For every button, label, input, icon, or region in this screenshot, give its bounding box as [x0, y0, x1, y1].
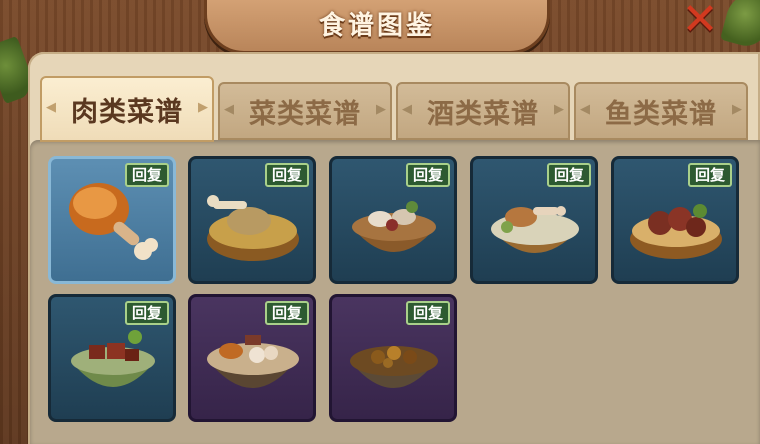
recipe-card[interactable]: 回复 — [48, 294, 176, 422]
tab-label: 酒类菜谱 — [427, 98, 539, 130]
recipe-card[interactable]: 回复 — [329, 294, 457, 422]
recipe-card[interactable]: 回复 — [48, 156, 176, 284]
heal-badge: 回复 — [264, 301, 309, 325]
tab-ornament-icon: ◀ — [402, 102, 412, 117]
tab-meat-recipes[interactable]: ◀ 肉类菜谱 ▶ — [40, 76, 214, 142]
recipe-card[interactable]: 回复 — [611, 156, 739, 284]
recipe-card[interactable]: 回复 — [188, 294, 316, 422]
heal-badge: 回复 — [546, 163, 591, 187]
tab-ornament-icon: ◀ — [580, 102, 590, 117]
heal-badge: 回复 — [264, 163, 309, 187]
close-icon: ✕ — [681, 0, 719, 45]
recipe-tabs: ◀ 肉类菜谱 ▶ ◀ 菜类菜谱 ▶ ◀ 酒类菜谱 ▶ ◀ 鱼类菜谱 ▶ — [40, 76, 750, 142]
tab-label: 肉类菜谱 — [71, 96, 183, 128]
heal-badge: 回复 — [687, 163, 732, 187]
tab-ornament-icon: ▶ — [732, 102, 742, 117]
tab-ornament-icon: ▶ — [198, 100, 208, 115]
title-plaque: 食谱图鉴 — [204, 0, 550, 54]
close-button[interactable]: ✕ — [676, 0, 724, 45]
heal-badge: 回复 — [405, 301, 450, 325]
tab-ornament-icon: ▶ — [376, 102, 386, 117]
tab-ornament-icon: ◀ — [224, 102, 234, 117]
tab-wine-recipes[interactable]: ◀ 酒类菜谱 ▶ — [396, 82, 570, 140]
tab-ornament-icon: ◀ — [46, 100, 56, 115]
tab-label: 鱼类菜谱 — [605, 98, 717, 130]
heal-badge: 回复 — [405, 163, 450, 187]
tab-vegetable-recipes[interactable]: ◀ 菜类菜谱 ▶ — [218, 82, 392, 140]
window-title: 食谱图鉴 — [318, 11, 435, 41]
heal-badge: 回复 — [124, 163, 169, 187]
tab-ornament-icon: ▶ — [554, 102, 564, 117]
recipe-card[interactable]: 回复 — [329, 156, 457, 284]
tab-fish-recipes[interactable]: ◀ 鱼类菜谱 ▶ — [574, 82, 748, 140]
recipe-card[interactable]: 回复 — [470, 156, 598, 284]
heal-badge: 回复 — [124, 301, 169, 325]
tab-label: 菜类菜谱 — [249, 98, 361, 130]
recipe-card[interactable]: 回复 — [188, 156, 316, 284]
